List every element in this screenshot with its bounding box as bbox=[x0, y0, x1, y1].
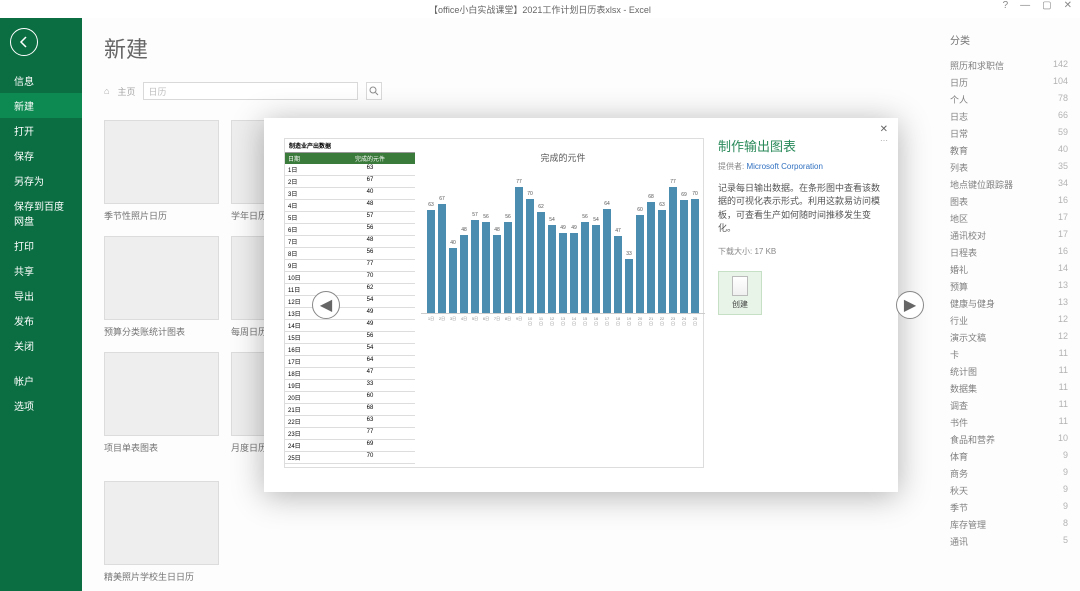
preview-table-title: 制造业产出数据 bbox=[285, 139, 415, 153]
sidebar-item-8[interactable]: 导出 bbox=[0, 283, 82, 308]
chart-bar: 70 bbox=[691, 199, 699, 313]
sidebar-item-5[interactable]: 保存到百度网盘 bbox=[0, 193, 82, 233]
chart-bar: 49 bbox=[559, 233, 567, 313]
create-button[interactable]: 创建 bbox=[718, 271, 762, 315]
sidebar-item-0[interactable]: 信息 bbox=[0, 68, 82, 93]
chart-bar: 77 bbox=[669, 187, 677, 312]
chart-bar: 56 bbox=[504, 222, 512, 313]
modal-overlay: ◀ ✕ ⋯ 制造业产出数据 日期 完成的元件 1日632日673日404日485… bbox=[82, 18, 1080, 591]
chart-bars: 6367404857564856777062544949565464473360… bbox=[421, 174, 705, 314]
chart-bar: 40 bbox=[449, 248, 457, 313]
sidebar-item-6[interactable]: 打印 bbox=[0, 233, 82, 258]
window-close-icon[interactable]: ✕ bbox=[1064, 0, 1072, 11]
chart-bar: 64 bbox=[603, 209, 611, 313]
chart-bar: 69 bbox=[680, 200, 688, 312]
more-icon[interactable]: ⋯ bbox=[880, 136, 888, 145]
chart-bar: 54 bbox=[592, 225, 600, 313]
document-icon bbox=[732, 276, 748, 296]
chart-bar: 47 bbox=[614, 236, 622, 312]
chart-bar: 54 bbox=[548, 225, 556, 313]
close-icon[interactable]: ✕ bbox=[880, 124, 888, 135]
chart-bar: 49 bbox=[570, 233, 578, 313]
chart-bar: 63 bbox=[658, 210, 666, 312]
sidebar-footer-1[interactable]: 选项 bbox=[0, 393, 82, 418]
chart-bar: 67 bbox=[438, 204, 446, 313]
sidebar-item-2[interactable]: 打开 bbox=[0, 118, 82, 143]
chart-bar: 60 bbox=[636, 215, 644, 313]
sidebar-item-4[interactable]: 另存为 bbox=[0, 168, 82, 193]
chart-bar: 48 bbox=[493, 235, 501, 313]
chart-title: 完成的元件 bbox=[421, 151, 705, 164]
chart-bar: 62 bbox=[537, 212, 545, 313]
provider-link[interactable]: Microsoft Corporation bbox=[746, 162, 822, 171]
backstage-sidebar: 信息新建打开保存另存为保存到百度网盘打印共享导出发布关闭 帐户选项 bbox=[0, 18, 82, 591]
sidebar-footer-0[interactable]: 帐户 bbox=[0, 368, 82, 393]
sidebar-item-7[interactable]: 共享 bbox=[0, 258, 82, 283]
chart-bar: 48 bbox=[460, 235, 468, 313]
chart-bar: 70 bbox=[526, 199, 534, 313]
chart-bar: 77 bbox=[515, 187, 523, 312]
window-restore-icon[interactable]: ▢ bbox=[1042, 0, 1051, 11]
modal-title: 制作输出图表 bbox=[718, 136, 880, 155]
sidebar-item-1[interactable]: 新建 bbox=[0, 93, 82, 118]
window-help-icon[interactable]: ? bbox=[1003, 0, 1009, 11]
chart-bar: 56 bbox=[581, 222, 589, 313]
window-minimize-icon[interactable]: — bbox=[1020, 0, 1030, 11]
chart-bar: 57 bbox=[471, 220, 479, 313]
sidebar-item-10[interactable]: 关闭 bbox=[0, 333, 82, 358]
modal-description: 记录每日输出数据。在条形图中查看该数据的可视化表示形式。利用这款易访问模板，可查… bbox=[718, 182, 880, 236]
chart-bar: 68 bbox=[647, 202, 655, 313]
window-title: 【office小白实战课堂】2021工作计划日历表xlsx - Excel bbox=[429, 3, 651, 16]
sidebar-item-9[interactable]: 发布 bbox=[0, 308, 82, 333]
sidebar-item-3[interactable]: 保存 bbox=[0, 143, 82, 168]
chart-bar: 63 bbox=[427, 210, 435, 312]
template-preview-modal: ✕ ⋯ 制造业产出数据 日期 完成的元件 1日632日673日404日485日5… bbox=[264, 118, 898, 492]
chart-bar: 56 bbox=[482, 222, 490, 313]
back-button[interactable] bbox=[10, 28, 38, 56]
modal-next-button[interactable]: ▶ bbox=[896, 291, 924, 319]
chart-bar: 33 bbox=[625, 259, 633, 313]
modal-prev-button[interactable]: ◀ bbox=[312, 291, 340, 319]
